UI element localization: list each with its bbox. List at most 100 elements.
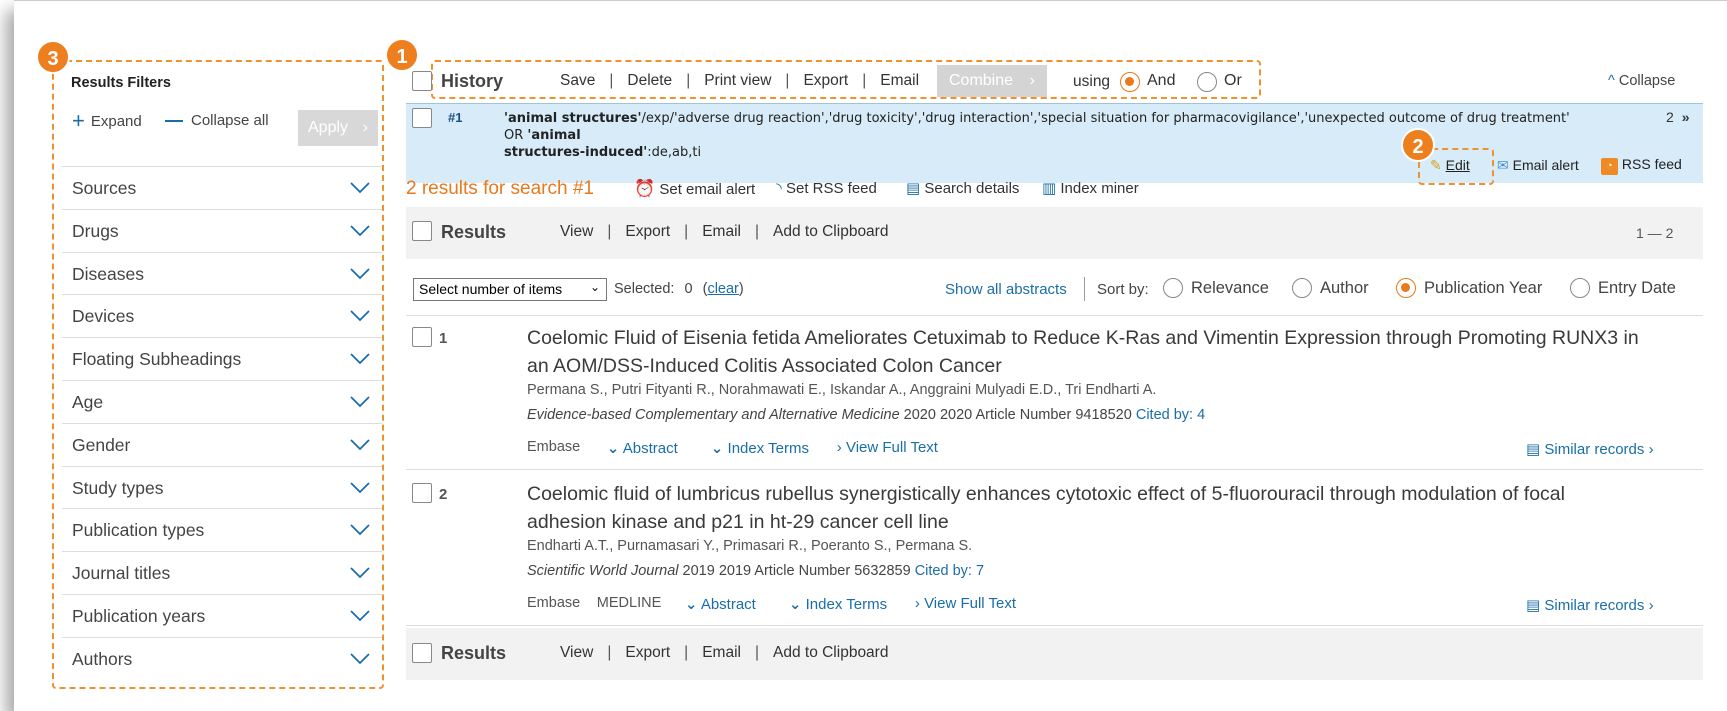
record-source: Scientific World Journal 2019 2019 Artic…	[527, 563, 984, 579]
combine-button[interactable]: Combine ›	[937, 65, 1047, 97]
view-full-text-link[interactable]: › View Full Text	[837, 439, 938, 456]
history-email-link[interactable]: Email	[880, 72, 919, 90]
facet-drugs[interactable]: Drugs	[62, 208, 382, 252]
results-view-link[interactable]: View	[560, 223, 593, 241]
chevron-right-icon: ›	[1029, 72, 1035, 89]
similar-records-link[interactable]: ▤ Similar records ›	[1526, 596, 1654, 614]
facet-label: Publication years	[72, 606, 206, 626]
results-bottom-select-all-checkbox[interactable]	[412, 643, 432, 663]
history-row-count: 2 »	[1666, 109, 1689, 125]
sort-publication-year-radio[interactable]	[1396, 278, 1416, 298]
record-source-db: Embase	[527, 439, 581, 455]
results-bottom-actions: View | Export | Email | Add to Clipboard	[560, 644, 888, 662]
facet-devices[interactable]: Devices	[62, 294, 382, 337]
facet-label: Sources	[72, 178, 137, 198]
abstract-toggle[interactable]: ⌄ Abstract	[685, 595, 756, 613]
facet-diseases[interactable]: Diseases	[62, 251, 382, 295]
search-details-link[interactable]: ▤ Search details	[906, 179, 1019, 197]
collapse-all-button[interactable]: Collapse all	[165, 112, 269, 129]
facet-label: Diseases	[72, 263, 144, 284]
facet-label: Authors	[72, 648, 133, 669]
results-email-link[interactable]: Email	[702, 223, 741, 241]
chevron-down-icon: ⌄	[606, 440, 620, 457]
chevron-down-icon	[350, 182, 370, 194]
chevron-down-icon	[350, 481, 370, 493]
facet-label: Drugs	[72, 220, 119, 241]
show-all-abstracts-link[interactable]: Show all abstracts	[945, 281, 1067, 298]
history-export-link[interactable]: Export	[803, 72, 848, 90]
chevron-down-icon	[350, 396, 370, 408]
chevron-right-icon: ›	[1648, 441, 1654, 458]
set-email-alert-link[interactable]: ⏰ Set email alert	[634, 179, 755, 199]
index-terms-label: Index Terms	[727, 440, 809, 457]
sort-relevance-radio[interactable]	[1163, 278, 1183, 298]
cited-by-link[interactable]: Cited by: 4	[1136, 407, 1205, 423]
record-details: 2019 2019 Article Number 5632859	[682, 563, 911, 579]
document-icon: ▤	[906, 180, 921, 197]
index-miner-label: Index miner	[1060, 180, 1139, 197]
collapse-history-button[interactable]: ^ Collapse	[1608, 73, 1675, 89]
record-authors: Endharti A.T., Purnamasari Y., Primasari…	[527, 538, 973, 554]
results-select-all-checkbox[interactable]	[412, 221, 432, 241]
history-save-link[interactable]: Save	[560, 72, 595, 90]
chevron-right-icon: ›	[914, 595, 920, 612]
sort-entry-date-radio[interactable]	[1570, 278, 1590, 298]
selected-count: 0	[684, 281, 693, 297]
clear-link[interactable]: clear	[707, 281, 738, 297]
facet-label: Gender	[72, 434, 131, 455]
history-delete-link[interactable]: Delete	[627, 72, 672, 90]
facet-floating-subheadings[interactable]: Floating Subheadings	[62, 337, 382, 380]
double-chevron-down-icon[interactable]: »	[1682, 109, 1690, 125]
view-full-text-link[interactable]: › View Full Text	[915, 595, 1016, 612]
select-number-of-items[interactable]: Select number of items ⌄	[413, 278, 607, 301]
results-export-link[interactable]: Export	[625, 223, 670, 241]
results-bottom-email-link[interactable]: Email	[702, 644, 741, 662]
document-copy-icon: ▤	[1526, 597, 1541, 614]
or-radio[interactable]	[1197, 72, 1217, 92]
results-bottom-export-link[interactable]: Export	[625, 644, 670, 662]
record-checkbox[interactable]	[412, 327, 432, 347]
index-miner-link[interactable]: ▥ Index miner	[1042, 179, 1139, 197]
facet-publication-years[interactable]: Publication years	[62, 594, 382, 637]
history-print-view-link[interactable]: Print view	[704, 72, 771, 90]
email-alert-link[interactable]: ✉ Email alert	[1497, 157, 1579, 174]
results-bottom-add-to-clipboard-link[interactable]: Add to Clipboard	[773, 644, 888, 662]
separator: |	[609, 72, 614, 89]
sort-by-label: Sort by:	[1097, 281, 1149, 298]
facet-sources[interactable]: Sources	[62, 166, 382, 209]
expand-button[interactable]: + Expand	[72, 110, 142, 132]
edit-link[interactable]: ✎ Edit	[1430, 157, 1470, 174]
similar-records-link[interactable]: ▤ Similar records ›	[1526, 440, 1654, 458]
collapse-all-label: Collapse all	[191, 112, 269, 129]
record-checkbox[interactable]	[412, 483, 432, 503]
clear-wrapper: (clear)	[702, 281, 744, 297]
index-terms-toggle[interactable]: ⌄ Index Terms	[789, 595, 887, 613]
divider	[406, 315, 1703, 316]
results-bottom-view-link[interactable]: View	[560, 644, 593, 662]
sort-option-label: Publication Year	[1424, 279, 1543, 297]
separator: |	[607, 223, 612, 240]
separator: |	[785, 72, 790, 89]
history-row-checkbox[interactable]	[412, 108, 432, 128]
and-radio[interactable]	[1120, 72, 1140, 92]
record-title-link[interactable]: Coelomic fluid of lumbricus rubellus syn…	[527, 480, 1707, 536]
index-terms-toggle[interactable]: ⌄ Index Terms	[711, 439, 809, 457]
results-add-to-clipboard-link[interactable]: Add to Clipboard	[773, 223, 888, 241]
history-select-all-checkbox[interactable]	[412, 71, 432, 91]
facet-authors[interactable]: Authors	[62, 636, 382, 680]
sort-author-radio[interactable]	[1292, 278, 1312, 298]
facet-journal-titles[interactable]: Journal titles	[62, 551, 382, 594]
query-term-2: 'animal	[527, 128, 581, 143]
facet-publication-types[interactable]: Publication types	[62, 508, 382, 551]
chevron-down-icon	[350, 267, 370, 279]
facet-gender[interactable]: Gender	[62, 422, 382, 466]
facet-age[interactable]: Age	[62, 380, 382, 423]
apply-button[interactable]: Apply ›	[298, 110, 378, 146]
abstract-toggle[interactable]: ⌄ Abstract	[607, 439, 678, 457]
facet-study-types[interactable]: Study types	[62, 465, 382, 509]
cited-by-link[interactable]: Cited by: 7	[915, 563, 984, 579]
rss-feed-link[interactable]: ◔ RSS feed	[1601, 156, 1682, 175]
set-rss-feed-link[interactable]: ◝ Set RSS feed	[776, 179, 877, 197]
record-title-link[interactable]: Coelomic Fluid of Eisenia fetida Amelior…	[527, 324, 1707, 380]
record-title-line-1: Coelomic fluid of lumbricus rubellus syn…	[527, 483, 1565, 505]
